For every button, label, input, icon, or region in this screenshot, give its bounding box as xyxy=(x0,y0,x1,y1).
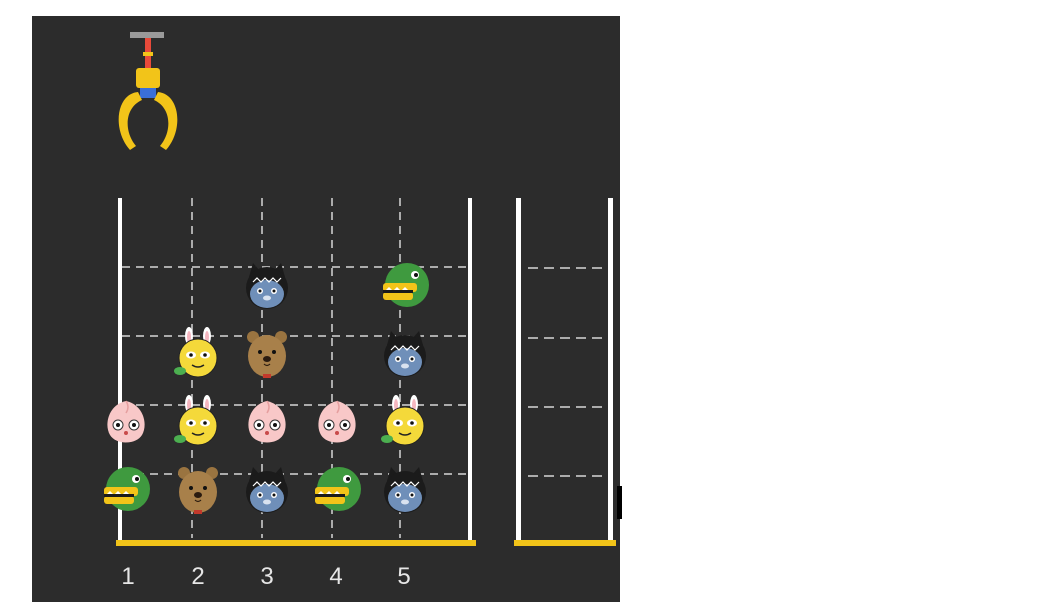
basket-floor xyxy=(514,540,616,546)
cat-piece-icon xyxy=(379,463,431,515)
basket-right-wall xyxy=(608,198,613,542)
board-right-wall xyxy=(468,198,472,542)
column-label-3: 3 xyxy=(260,563,274,590)
claw-crane-icon xyxy=(118,32,178,150)
cat-piece-icon xyxy=(379,327,431,379)
board-floor xyxy=(116,540,476,546)
bear-piece-icon xyxy=(172,463,224,515)
crocodile-piece-icon xyxy=(379,259,431,311)
column-label-2: 2 xyxy=(191,563,205,590)
crocodile-piece-icon xyxy=(311,463,363,515)
peach-piece-icon xyxy=(311,395,363,447)
edge-mark xyxy=(617,486,622,519)
column-label-1: 1 xyxy=(121,563,135,590)
game-board-panel: 1 2 3 4 5 xyxy=(32,16,620,602)
bear-piece-icon xyxy=(241,327,293,379)
column-label-5: 5 xyxy=(397,563,411,590)
crocodile-piece-icon xyxy=(100,463,152,515)
rabbit-piece-icon xyxy=(379,395,431,447)
cat-piece-icon xyxy=(241,259,293,311)
column-label-4: 4 xyxy=(329,563,343,590)
peach-piece-icon xyxy=(241,395,293,447)
cat-piece-icon xyxy=(241,463,293,515)
rabbit-piece-icon xyxy=(172,327,224,379)
peach-piece-icon xyxy=(100,395,152,447)
rabbit-piece-icon xyxy=(172,395,224,447)
basket-left-wall xyxy=(516,198,521,542)
